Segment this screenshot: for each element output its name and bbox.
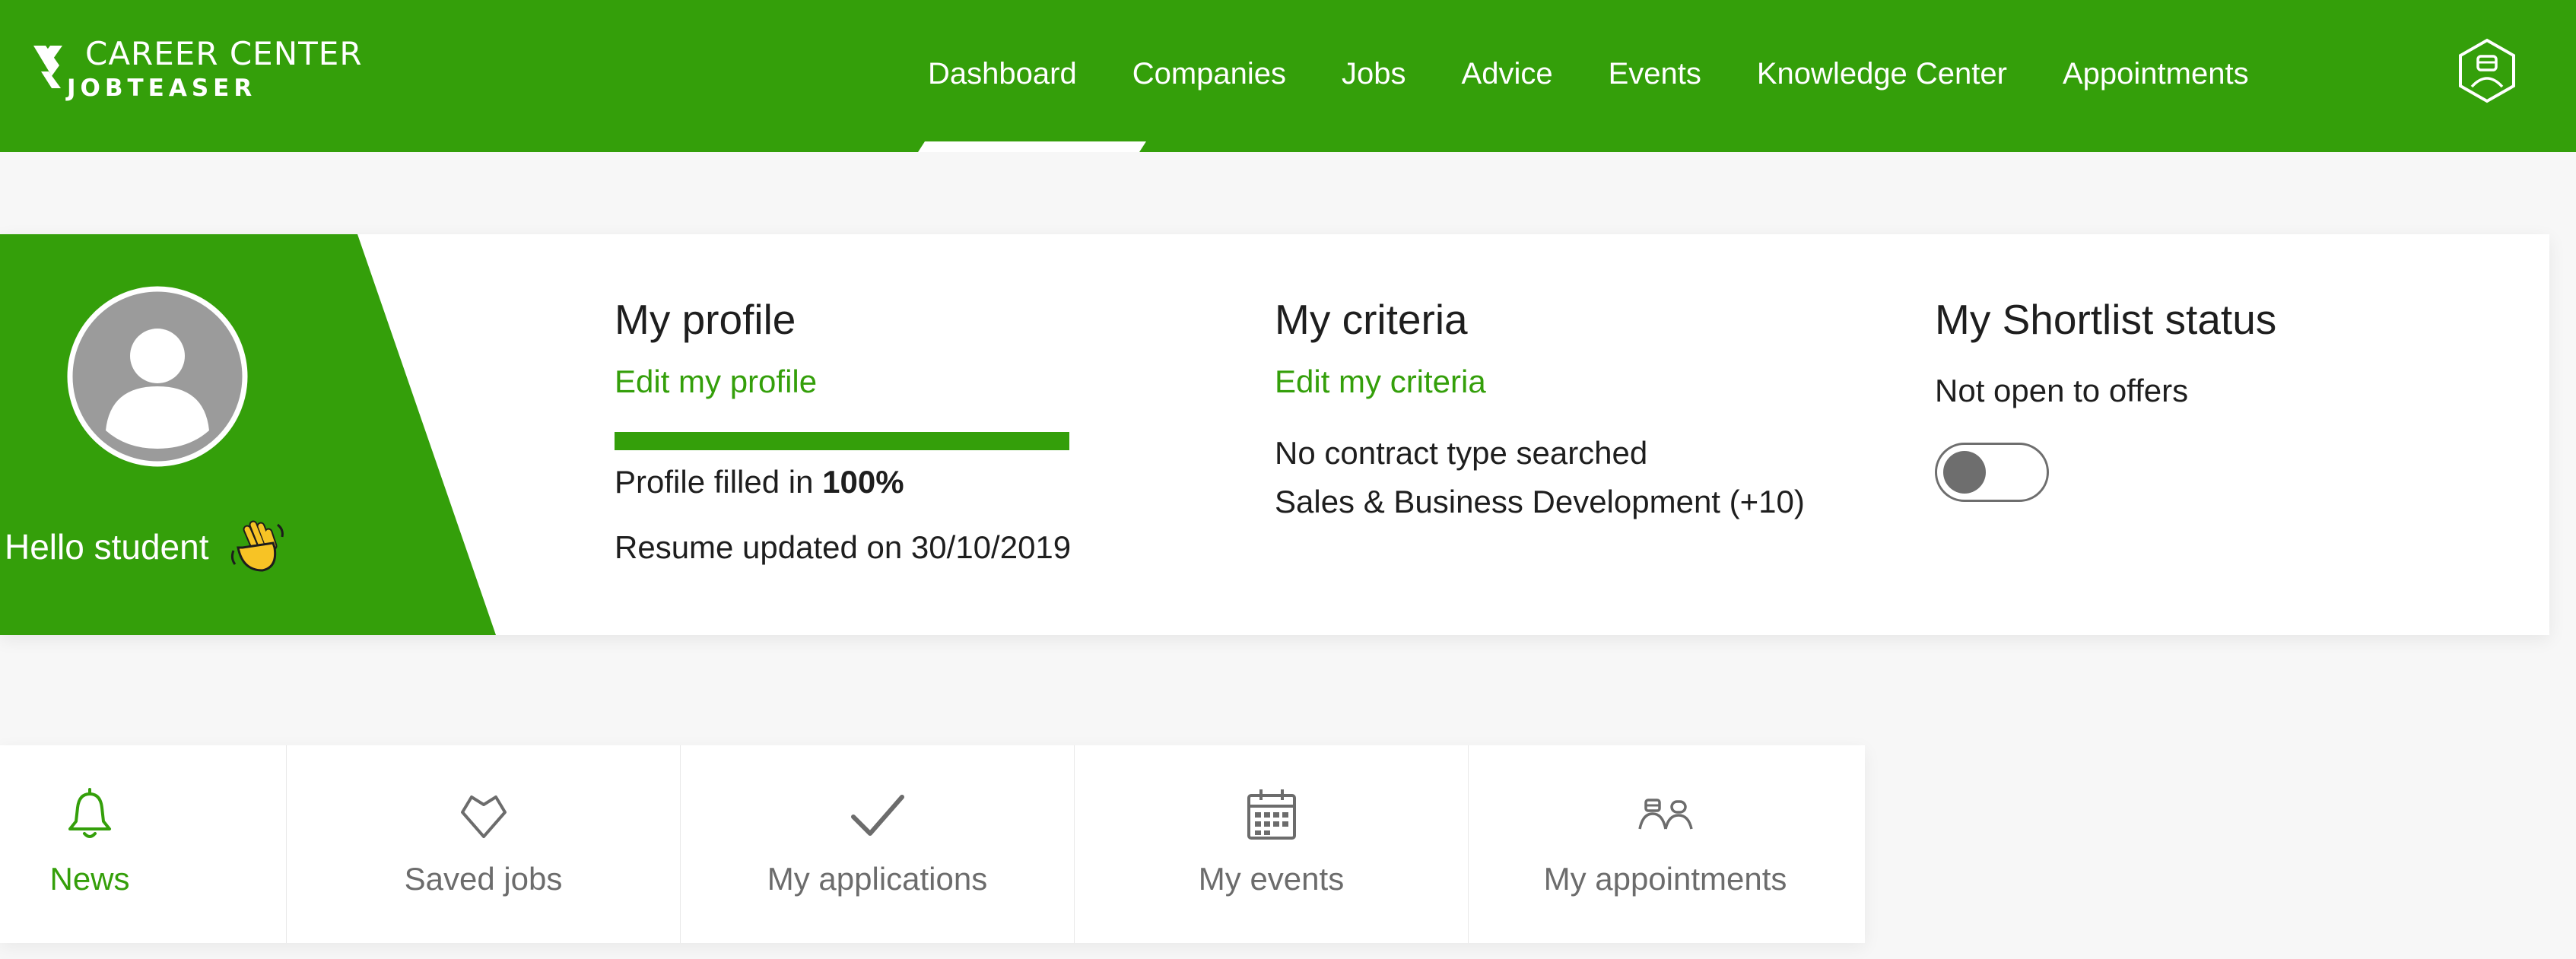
tab-saved-jobs-label: Saved jobs: [404, 861, 563, 897]
greeting: Hello student: [5, 517, 287, 576]
criteria-title: My criteria: [1275, 296, 1468, 343]
profile-filled-label: Profile filled in: [615, 464, 814, 500]
profile-title: My profile: [615, 296, 796, 343]
nav-appointments[interactable]: Appointments: [2063, 57, 2249, 91]
shortlist-title: My Shortlist status: [1935, 296, 2277, 343]
profile-filled-status: Profile filled in 100%: [615, 464, 1071, 500]
tab-my-appointments-label: My appointments: [1543, 861, 1787, 897]
shortlist-column: My Shortlist status Not open to offers: [1935, 295, 2276, 502]
active-nav-indicator: [918, 141, 1146, 152]
criteria-sector-text: Sales & Business Development (+10): [1275, 484, 1805, 519]
nav-jobs[interactable]: Jobs: [1342, 57, 1406, 91]
tab-news-label: News: [49, 861, 130, 897]
logo-career-center-text: CAREER CENTER: [85, 35, 363, 72]
tab-news[interactable]: News: [0, 745, 286, 943]
heart-icon: [460, 795, 507, 838]
profile-filled-value: 100%: [822, 464, 904, 500]
people-icon: [1637, 799, 1693, 830]
edit-profile-link[interactable]: Edit my profile: [615, 364, 1071, 400]
tab-my-events-label: My events: [1198, 861, 1345, 897]
logo-jobteaser-text: JOBTEASER: [67, 75, 257, 102]
shortlist-toggle[interactable]: [1935, 443, 2049, 502]
nav-knowledge-center[interactable]: Knowledge Center: [1757, 57, 2007, 91]
bell-icon: [68, 788, 111, 838]
calendar-icon: [1247, 789, 1296, 840]
nav-advice[interactable]: Advice: [1462, 57, 1553, 91]
nav-companies[interactable]: Companies: [1132, 57, 1286, 91]
edit-criteria-link[interactable]: Edit my criteria: [1275, 364, 1805, 400]
greeting-text: Hello student: [5, 527, 209, 567]
jobteaser-logo[interactable]: CAREER CENTER JOBTEASER: [29, 35, 386, 111]
waving-hand-icon: [230, 520, 284, 572]
resume-updated-text: Resume updated on 30/10/2019: [615, 529, 1072, 565]
tab-my-applications[interactable]: My applications: [680, 745, 1074, 943]
main-nav: Dashboard Companies Jobs Advice Events K…: [928, 47, 2249, 100]
toggle-knob: [1943, 451, 1986, 494]
shortlist-status-text: Not open to offers: [1935, 373, 2189, 408]
profile-column: My profile Edit my profile Profile fille…: [615, 295, 1071, 566]
profile-progress-fill: [615, 432, 1069, 450]
nav-dashboard[interactable]: Dashboard: [928, 57, 1077, 91]
tab-my-applications-label: My applications: [767, 861, 988, 897]
profile-summary-card: Hello student My profile Edit my profile…: [0, 234, 2549, 635]
nav-events[interactable]: Events: [1609, 57, 1701, 91]
user-hexagon-icon[interactable]: [2458, 38, 2516, 103]
tab-my-events[interactable]: My events: [1074, 745, 1468, 943]
tab-saved-jobs[interactable]: Saved jobs: [286, 745, 680, 943]
avatar[interactable]: [67, 286, 248, 467]
tab-my-appointments[interactable]: My appointments: [1468, 745, 1862, 943]
dashboard-tabs: News Saved jobs My applications My event…: [0, 745, 1865, 943]
top-navbar: CAREER CENTER JOBTEASER Dashboard Compan…: [0, 0, 2576, 152]
profile-progress-bar: [615, 432, 1069, 450]
criteria-contract-text: No contract type searched: [1275, 435, 1648, 471]
criteria-column: My criteria Edit my criteria No contract…: [1275, 295, 1805, 520]
checkmark-icon: [850, 795, 904, 836]
